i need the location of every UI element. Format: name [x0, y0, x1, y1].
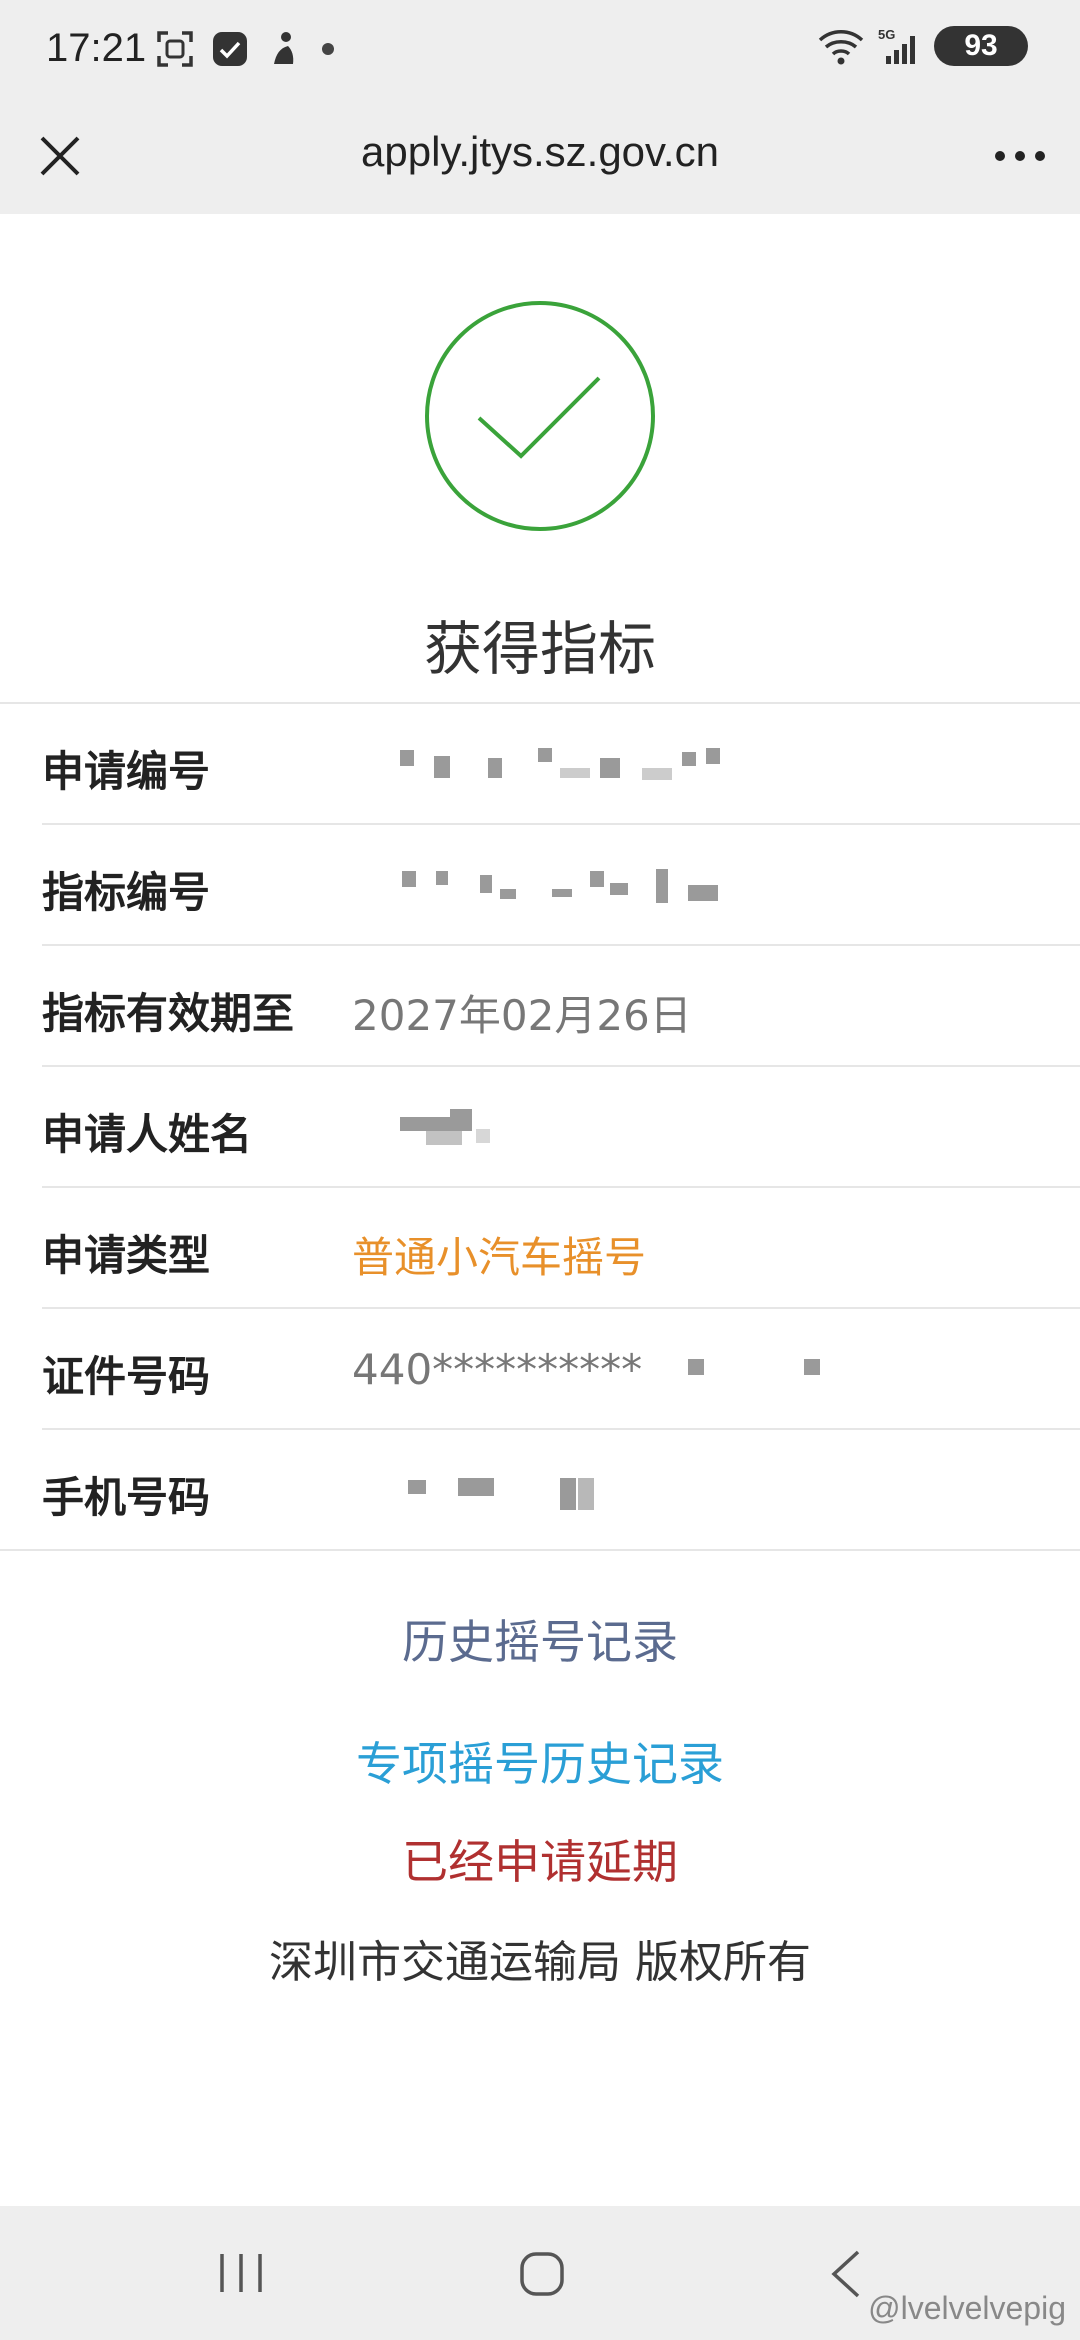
applicant-name-label: 申请人姓名	[42, 1110, 253, 1159]
info-row-application-type: 申请类型 普通小汽车摇号	[42, 1188, 1080, 1309]
wifi-icon	[818, 30, 864, 65]
browser-address-bar: apply.jtys.sz.gov.cn	[0, 98, 1080, 214]
quota-no-label: 指标编号	[42, 868, 211, 917]
page-title: 获得指标	[423, 615, 656, 683]
more-icon[interactable]	[988, 136, 1052, 176]
info-row-applicant-name: 申请人姓名	[42, 1067, 1080, 1188]
info-row-id-no: 证件号码 440**********	[42, 1309, 1080, 1430]
battery-level: 93	[964, 29, 998, 62]
footer-copyright: 深圳市交通运输局 版权所有	[269, 1937, 811, 1988]
valid-until-value: 2027年02月26日	[352, 991, 692, 1040]
status-icons-right: 5G 93	[816, 26, 1028, 66]
status-icons-left	[156, 30, 338, 68]
back-icon[interactable]	[826, 2248, 866, 2300]
info-table: 申请编号 指标编号 指标有效期至 2027年02月26日 申请人姓名 申请类型 …	[0, 702, 1080, 1551]
status-time: 17:21	[46, 26, 147, 70]
application-type-label: 申请类型	[42, 1231, 211, 1280]
application-no-label: 申请编号	[42, 747, 211, 796]
id-no-label: 证件号码	[42, 1352, 211, 1401]
valid-until-label: 指标有效期至	[42, 989, 295, 1038]
info-row-quota-no: 指标编号	[42, 825, 1080, 946]
phone-label: 手机号码	[42, 1473, 211, 1522]
redacted-value	[662, 1351, 842, 1391]
info-row-application-no: 申请编号	[42, 704, 1080, 825]
recent-apps-icon[interactable]	[216, 2250, 266, 2296]
scan-icon	[157, 31, 193, 67]
redacted-value	[352, 1109, 712, 1149]
id-no-value: 440**********	[352, 1345, 643, 1394]
extension-status-link[interactable]: 已经申请延期	[0, 1826, 1080, 1892]
app-icon	[213, 32, 247, 66]
info-row-phone: 手机号码	[0, 1430, 1080, 1551]
battery-icon: 93	[934, 26, 1028, 66]
screen: 17:21 5G 93 apply.jtys.sz.gov.cn 获得指标 申请…	[0, 0, 1080, 2340]
figure-icon	[274, 32, 294, 64]
home-icon[interactable]	[518, 2250, 566, 2298]
check-icon	[425, 301, 655, 531]
dot-icon	[322, 43, 334, 55]
special-history-link[interactable]: 专项摇号历史记录	[0, 1728, 1080, 1794]
watermark: @lvelvelvepig	[868, 2290, 1066, 2326]
network-label: 5G	[878, 27, 895, 42]
signal-icon: 5G	[878, 27, 915, 64]
status-bar: 17:21 5G 93	[0, 0, 1080, 98]
info-row-valid-until: 指标有效期至 2027年02月26日	[42, 946, 1080, 1067]
redacted-value	[352, 867, 718, 907]
redacted-value	[352, 1472, 712, 1512]
history-link[interactable]: 历史摇号记录	[0, 1606, 1080, 1672]
application-type-value: 普通小汽车摇号	[352, 1233, 647, 1282]
url-text: apply.jtys.sz.gov.cn	[361, 128, 719, 175]
redacted-value	[352, 746, 720, 786]
